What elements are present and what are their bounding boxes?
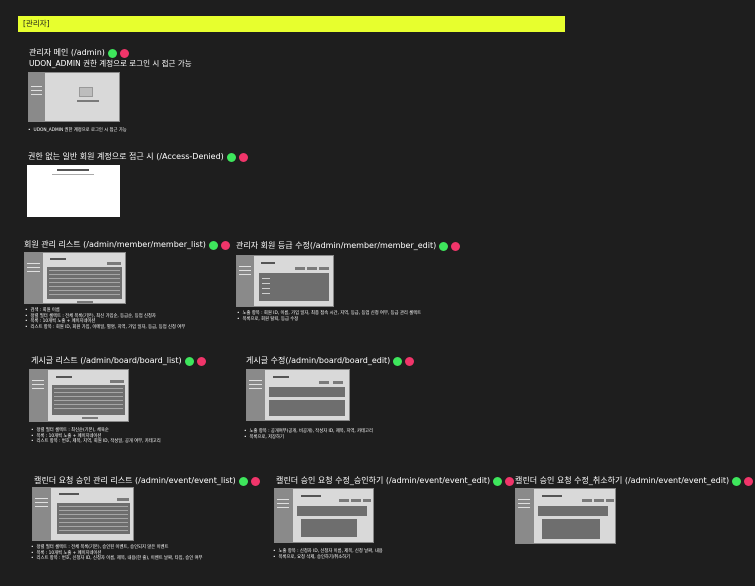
board-edit-title-text: 게시글 수정(/admin/board/board_edit) [246,356,391,365]
member-edit-title: 관리자 회원 등급 수정(/admin/member/member_edit) [236,241,461,251]
admin-main-screenshot [28,72,120,122]
board-list-title-text: 게시글 리스트 (/admin/board/board_list) [31,356,182,365]
status-pink-icon [744,476,754,486]
status-pink-icon [119,48,129,58]
access-denied-title-text: 권한 없는 일반 회원 계정으로 접근 시 (/Access-Denied) [28,152,224,161]
note-item: 목록으로, 요청 삭제, 승인하기/취소하기 [273,555,383,561]
event-cancel-title-text: 캘린더 승인 요청 수정_취소하기 (/admin/event/event_ed… [515,476,730,485]
status-pink-icon [196,356,206,366]
status-pink-icon [238,152,248,162]
admin-main-subtitle: UDON_ADMIN 권한 계정으로 로그인 시 접근 가능 [29,59,192,68]
member-list-screenshot [24,252,126,304]
member-list-notes: 검색 : 회원 이름 정렬 필터 셀렉트 : 전체 목록(기본), 최신 가입순… [25,308,186,331]
board-list-title: 게시글 리스트 (/admin/board/board_list) [31,356,206,366]
status-green-icon [208,240,218,250]
event-approve-title: 캘린더 승인 요청 수정_승인하기 (/admin/event/event_ed… [276,476,515,486]
board-edit-title: 게시글 수정(/admin/board/board_edit) [246,356,415,366]
member-edit-title-text: 관리자 회원 등급 수정(/admin/member/member_edit) [236,241,437,250]
admin-main-notes: UDON_ADMIN 권한 계정으로 로그인 시 접근 가능 [28,128,127,134]
note-item: 노출 항목 : 공개여부(공개, 비공개), 작성자 ID, 제목, 지역, 카… [244,429,373,435]
status-green-icon [184,356,194,366]
event-list-notes: 정렬 필터 셀렉트 : 전체 목록(기본), 승인된 이벤트, 승인되지 않은 … [31,545,203,562]
board-list-notes: 정렬 필터 셀렉트 : 최신순(기본), 체육순 목록 : 10개씩 노출 + … [31,428,161,445]
member-list-title: 회원 관리 리스트 (/admin/member/member_list) [24,240,230,250]
board-list-screenshot [29,369,129,422]
event-list-title-text: 캘린더 요청 승인 관리 리스트 (/admin/event/event_lis… [34,476,236,485]
note-item: 목록으로, 저장하기 [244,435,373,441]
status-green-icon [107,48,117,58]
event-cancel-title: 캘린더 승인 요청 수정_취소하기 (/admin/event/event_ed… [515,476,754,486]
status-green-icon [493,476,503,486]
admin-section-header: [관리자] [18,16,565,32]
status-green-icon [393,356,403,366]
status-pink-icon [405,356,415,366]
status-pink-icon [451,241,461,251]
member-list-title-text: 회원 관리 리스트 (/admin/member/member_list) [24,240,206,249]
admin-main-title-text: 관리자 메인 (/admin) [29,48,105,57]
board-edit-notes: 노출 항목 : 공개여부(공개, 비공개), 작성자 ID, 제목, 지역, 카… [244,429,373,440]
event-cancel-screenshot [515,488,616,544]
access-denied-title: 권한 없는 일반 회원 계정으로 접근 시 (/Access-Denied) [28,152,248,162]
status-green-icon [732,476,742,486]
status-green-icon [439,241,449,251]
event-approve-title-text: 캘린더 승인 요청 수정_승인하기 (/admin/event/event_ed… [276,476,491,485]
status-green-icon [226,152,236,162]
status-pink-icon [220,240,230,250]
note-item: 리스트 항목 : 회원 ID, 회원 가입, 이메일, 별명, 지역, 가입 일… [25,325,186,331]
note-item: 리스트 항목 : 번호, 신청자 ID, 신청자 이름, 제목, 내용(한 줄)… [31,556,203,562]
status-pink-icon [250,476,260,486]
event-list-title: 캘린더 요청 승인 관리 리스트 (/admin/event/event_lis… [34,476,260,486]
note-item: 리스트 항목 : 번호, 제목, 지역, 회원 ID, 작성일, 공개 여부, … [31,439,161,445]
admin-main-title: 관리자 메인 (/admin) [29,48,129,58]
note-item: UDON_ADMIN 권한 계정으로 로그인 시 접근 가능 [28,128,127,134]
event-approve-notes: 노출 항목 : 신청자 ID, 신청자 이름, 제목, 신청 날짜, 내용 목록… [273,549,383,560]
note-item: 노출 항목 : 신청자 ID, 신청자 이름, 제목, 신청 날짜, 내용 [273,549,383,555]
access-denied-screenshot [27,165,120,217]
board-edit-screenshot [246,369,350,421]
status-pink-icon [505,476,515,486]
event-approve-screenshot [274,488,374,543]
status-green-icon [238,476,248,486]
event-list-screenshot [32,487,134,541]
note-item: 노출 항목 : 회원 ID, 이름, 가입 일자, 최종 접속 시간, 지역, … [237,311,422,317]
member-edit-screenshot [236,255,334,307]
member-edit-notes: 노출 항목 : 회원 ID, 이름, 가입 일자, 최종 접속 시간, 지역, … [237,311,422,323]
note-item: 목록으로, 회원 탈퇴, 등급 수정 [237,317,421,323]
